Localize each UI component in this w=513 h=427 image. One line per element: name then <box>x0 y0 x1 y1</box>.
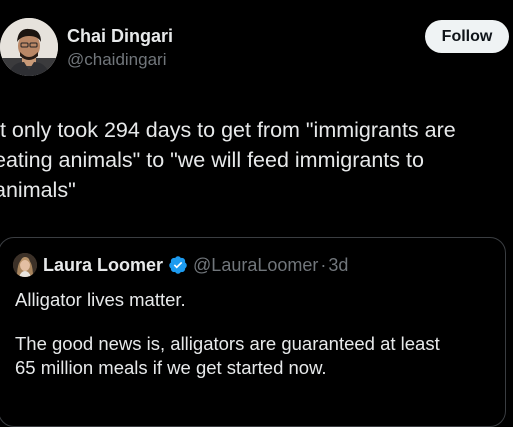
quoted-text-line: 65 million meals if we get started now. <box>15 357 327 378</box>
quoted-tweet-timestamp[interactable]: 3d <box>328 253 348 277</box>
quoted-text-line: Alligator lives matter. <box>15 289 186 310</box>
quoted-tweet-text: Alligator lives matter. The good news is… <box>15 288 495 380</box>
quoted-author-handle[interactable]: @LauraLoomer <box>193 253 318 277</box>
quoted-author-avatar[interactable] <box>13 253 37 277</box>
tweet-text-line: animals" <box>0 178 76 202</box>
author-handle[interactable]: @chaidingari <box>67 49 173 71</box>
tweet-text-line: It only took 294 days to get from "immig… <box>0 118 456 142</box>
tweet: Chai Dingari @chaidingari Follow It only… <box>0 0 513 427</box>
avatar-photo-icon <box>0 18 58 76</box>
author-avatar[interactable] <box>0 18 58 76</box>
tweet-text: It only took 294 days to get from "immig… <box>0 115 509 205</box>
verified-badge-icon <box>168 255 188 275</box>
quoted-author-display-name[interactable]: Laura Loomer <box>43 253 163 277</box>
quoted-tweet-header: Laura Loomer @LauraLoomer · 3d <box>43 253 348 277</box>
tweet-text-line: eating animals" to "we will feed immigra… <box>0 148 424 172</box>
separator-dot: · <box>320 255 327 275</box>
quoted-tweet-card[interactable]: Laura Loomer @LauraLoomer · 3d Alligator… <box>0 237 506 427</box>
follow-button[interactable]: Follow <box>425 20 509 53</box>
author-info: Chai Dingari @chaidingari <box>67 25 173 71</box>
quoted-text-line: The good news is, alligators are guarant… <box>15 333 440 354</box>
avatar-photo-icon <box>13 253 37 277</box>
author-display-name[interactable]: Chai Dingari <box>67 25 173 47</box>
